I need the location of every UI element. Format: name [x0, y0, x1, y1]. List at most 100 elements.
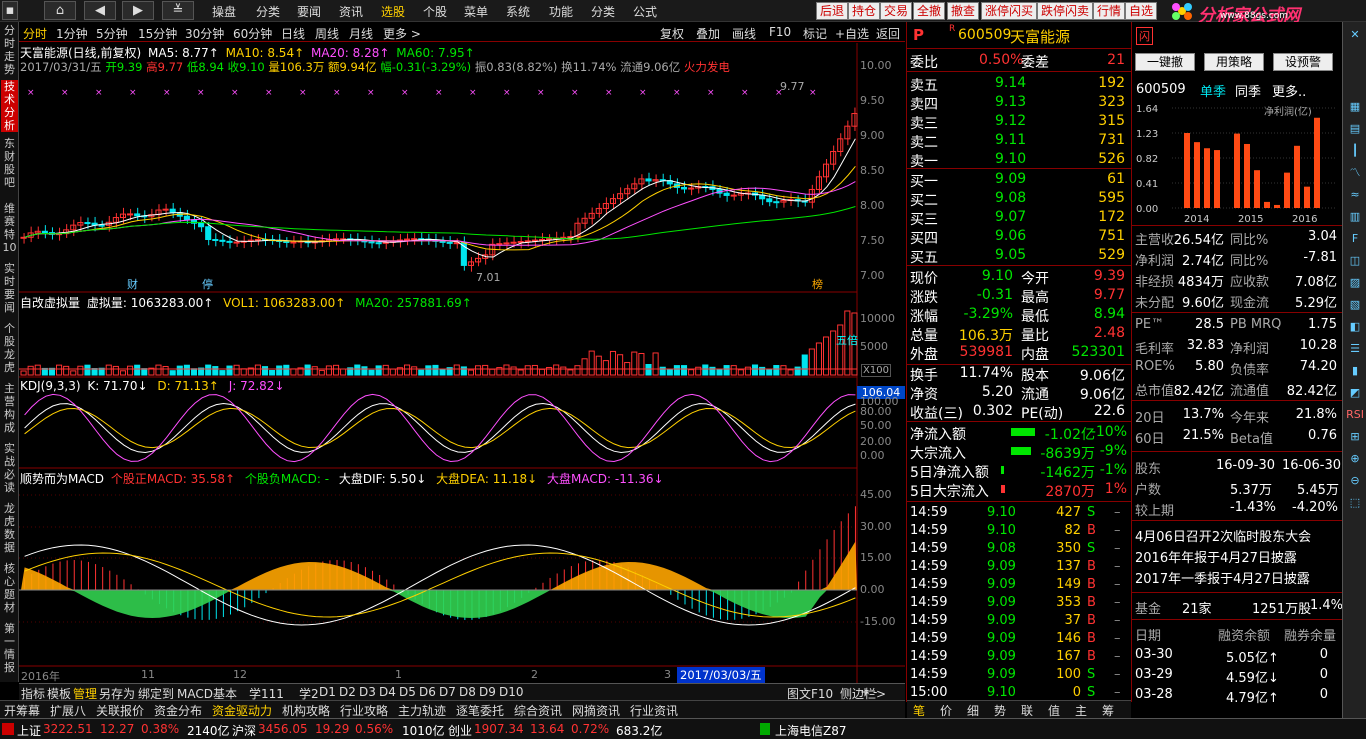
indicator-tab-16[interactable]: D9	[479, 685, 496, 699]
quote-tab-3[interactable]: 势	[994, 702, 1006, 719]
f10-note-text[interactable]: 4月06日召开2次临时股东大会	[1135, 526, 1311, 545]
indicator-icon[interactable]: ▨	[1346, 274, 1364, 292]
period-tab-9[interactable]: 更多 >	[383, 25, 421, 42]
f10-button-0[interactable]: 一键撤	[1135, 53, 1195, 71]
indicator-tab-17[interactable]: D10	[499, 685, 524, 699]
home-icon[interactable]: ⌂	[44, 1, 76, 20]
indicator-tab-14[interactable]: D7	[439, 685, 456, 699]
function-tab-11[interactable]: 行业资讯	[630, 702, 678, 719]
suspend-mark[interactable]: 停	[202, 276, 213, 292]
menu-item-8[interactable]: 功能	[549, 3, 573, 20]
left-nav-item-5[interactable]: 个股龙虎	[1, 322, 18, 374]
bars-icon[interactable]: ▥	[1346, 208, 1364, 226]
function-tab-8[interactable]: 逐笔委托	[456, 702, 504, 719]
network-label[interactable]: 上海电信Z87	[775, 722, 847, 739]
pin-icon[interactable]: ⬚	[1346, 494, 1364, 512]
quote-tab-0[interactable]: 笔	[913, 702, 925, 719]
function-tab-3[interactable]: 资金分布	[154, 702, 202, 719]
chart-tool-5[interactable]: +自选	[835, 25, 869, 42]
f10-mode-quarter[interactable]: 单季	[1200, 81, 1226, 100]
menu-fold-icon[interactable]: ≚	[162, 1, 194, 20]
dragon-tiger-mark[interactable]: 榜	[812, 276, 823, 292]
split-icon[interactable]: ◫	[1346, 252, 1364, 270]
period-tab-4[interactable]: 30分钟	[185, 25, 224, 42]
chart-tool-4[interactable]: 标记	[803, 25, 827, 42]
info-concept[interactable]: 火力发电	[684, 60, 730, 74]
quote-tab-2[interactable]: 细	[967, 702, 979, 719]
left-nav-item-6[interactable]: 主营构成	[1, 382, 18, 434]
function-tab-6[interactable]: 行业攻略	[340, 702, 388, 719]
menu-item-2[interactable]: 要闻	[297, 3, 321, 20]
function-tab-9[interactable]: 综合资讯	[514, 702, 562, 719]
left-nav-item-1[interactable]: 技术分析	[1, 80, 18, 132]
left-nav-item-2[interactable]: 东财股吧	[1, 137, 18, 189]
period-tab-2[interactable]: 5分钟	[96, 25, 128, 42]
quick-button-2[interactable]: 交易	[880, 2, 913, 20]
kline-icon[interactable]: ┃	[1346, 142, 1364, 160]
zoom-out-icon[interactable]: ⊖	[1346, 472, 1364, 490]
menu-item-1[interactable]: 分类	[256, 3, 280, 20]
quick-button-4[interactable]: 撤查	[947, 2, 980, 20]
wave-icon[interactable]: ≈	[1346, 186, 1364, 204]
left-nav-item-8[interactable]: 龙虎数据	[1, 502, 18, 554]
menu-item-10[interactable]: 公式	[633, 3, 657, 20]
quote-tab-7[interactable]: 筹	[1102, 702, 1114, 719]
function-tab-4[interactable]: 资金驱动力	[212, 702, 272, 719]
quote-tab-5[interactable]: 值	[1048, 702, 1060, 719]
chart-tool-6[interactable]: 返回	[876, 25, 900, 42]
macd-icon[interactable]: ◩	[1346, 384, 1364, 402]
quick-button-3[interactable]: 全撤	[913, 2, 946, 20]
period-tab-3[interactable]: 15分钟	[138, 25, 177, 42]
kline-chart-svg[interactable]: × × × × × × × × × × × × × × × × × × × × × × × ×	[19, 43, 905, 683]
trend-icon[interactable]: 〽	[1346, 164, 1364, 182]
quick-button-5[interactable]: 涨停闪买	[981, 2, 1038, 20]
forward-icon[interactable]: ▶	[122, 1, 154, 20]
sh-index-label[interactable]: 上证	[17, 722, 41, 739]
volume-icon[interactable]: ▮	[1346, 362, 1364, 380]
chart-tool-3[interactable]: F10	[769, 25, 791, 39]
f10-button-1[interactable]: 用策略	[1204, 53, 1264, 71]
f10-mode-same[interactable]: 同季	[1235, 81, 1261, 100]
quick-button-6[interactable]: 跌停闪卖	[1037, 2, 1094, 20]
period-tab-0[interactable]: 分时	[23, 25, 47, 42]
menu-item-9[interactable]: 分类	[591, 3, 615, 20]
grid-icon[interactable]: ▦	[1346, 98, 1364, 116]
close-icon[interactable]: ✕	[1346, 26, 1364, 44]
back-icon[interactable]: ◀	[84, 1, 116, 20]
chart-tool-2[interactable]: 画线	[732, 25, 756, 42]
left-nav-item-0[interactable]: 分时走势	[1, 24, 18, 76]
quote-tab-4[interactable]: 联	[1021, 702, 1033, 719]
indicator-tab-10[interactable]: D3	[359, 685, 376, 699]
function-tab-0[interactable]: 开筹幕	[4, 702, 40, 719]
stack-icon[interactable]: ☰	[1346, 340, 1364, 358]
chart-tool-0[interactable]: 复权	[660, 25, 684, 42]
cy-index-label[interactable]: 创业	[448, 722, 472, 739]
chart-icon[interactable]: ▤	[1346, 120, 1364, 138]
f10-note-text[interactable]: 2017年一季报于4月27日披露	[1135, 568, 1310, 587]
flash-tab[interactable]: 闪	[1136, 27, 1153, 45]
menu-item-0[interactable]: 操盘	[212, 3, 236, 20]
indicator-tab-12[interactable]: D5	[399, 685, 416, 699]
period-tab-8[interactable]: 月线	[349, 25, 373, 42]
quote-tab-6[interactable]: 主	[1075, 702, 1087, 719]
period-tab-6[interactable]: 日线	[281, 25, 305, 42]
f10-button-2[interactable]: 设预警	[1273, 53, 1333, 71]
indicator-tab-9[interactable]: D2	[339, 685, 356, 699]
menu-item-6[interactable]: 菜单	[464, 3, 488, 20]
menu-item-3[interactable]: 资讯	[339, 3, 363, 20]
menu-item-5[interactable]: 个股	[423, 3, 447, 20]
indicator-tab-11[interactable]: D4	[379, 685, 396, 699]
function-tab-1[interactable]: 扩展八	[50, 702, 86, 719]
zoom-in-icon[interactable]: ⊕	[1346, 450, 1364, 468]
left-nav-item-10[interactable]: 第一情报	[1, 622, 18, 674]
layers-icon[interactable]: ▧	[1346, 296, 1364, 314]
rsi-icon[interactable]: RSI	[1346, 406, 1364, 424]
quick-button-7[interactable]: 行情	[1093, 2, 1126, 20]
quick-button-0[interactable]: 后退	[816, 2, 849, 20]
function-tab-5[interactable]: 机构攻略	[282, 702, 330, 719]
menu-item-4[interactable]: 选股	[381, 3, 405, 20]
indicator-tab-8[interactable]: D1	[319, 685, 336, 699]
finance-mark[interactable]: 财	[127, 276, 138, 292]
left-nav-item-4[interactable]: 实时要闻	[1, 262, 18, 314]
period-tab-1[interactable]: 1分钟	[56, 25, 88, 42]
